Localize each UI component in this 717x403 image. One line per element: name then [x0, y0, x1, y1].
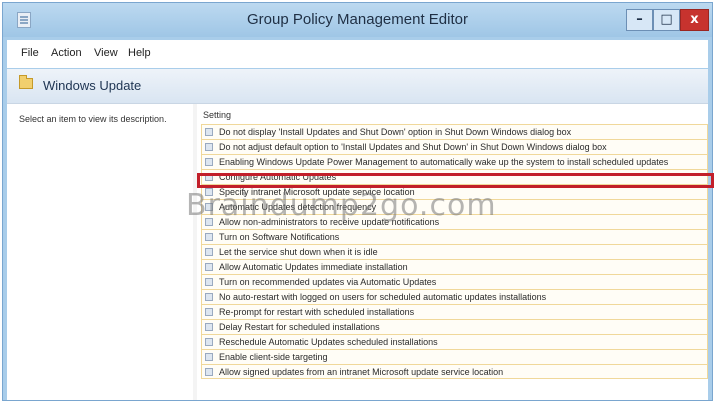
list-item-label: No auto-restart with logged on users for… [219, 292, 547, 302]
policy-setting-icon [205, 128, 213, 136]
list-item-label: Enabling Windows Update Power Management… [219, 157, 669, 167]
list-item-label: Enable client-side targeting [219, 352, 328, 362]
policy-setting-icon [205, 158, 213, 166]
list-item[interactable]: Re-prompt for restart with scheduled ins… [201, 304, 708, 319]
policy-setting-icon [205, 353, 213, 361]
settings-list-pane[interactable]: Setting Do not display 'Install Updates … [197, 104, 708, 400]
policy-setting-icon [205, 293, 213, 301]
title-bar: Group Policy Management Editor – □ x [3, 3, 712, 37]
minimize-button[interactable]: – [626, 9, 653, 31]
list-item[interactable]: Allow Automatic Updates immediate instal… [201, 259, 708, 274]
menu-view[interactable]: View [94, 47, 118, 59]
folder-icon [19, 75, 33, 89]
description-pane: Select an item to view its description. [7, 104, 193, 400]
list-item-label: Allow signed updates from an intranet Mi… [219, 367, 504, 377]
window-title: Group Policy Management Editor [247, 11, 468, 28]
column-header-setting[interactable]: Setting [203, 110, 231, 120]
close-button[interactable]: x [680, 9, 709, 31]
policy-setting-icon [205, 308, 213, 316]
description-text: Select an item to view its description. [19, 114, 167, 124]
list-item-label: Let the service shut down when it is idl… [219, 247, 378, 257]
menu-action[interactable]: Action [51, 47, 82, 59]
list-item[interactable]: Do not display 'Install Updates and Shut… [201, 124, 708, 139]
policy-setting-icon [205, 233, 213, 241]
list-item[interactable]: Enabling Windows Update Power Management… [201, 154, 708, 169]
maximize-button[interactable]: □ [653, 9, 680, 31]
policy-setting-icon [205, 248, 213, 256]
list-item-label: Reschedule Automatic Updates scheduled i… [219, 337, 438, 347]
settings-list: Do not display 'Install Updates and Shut… [201, 124, 708, 379]
list-item[interactable]: Let the service shut down when it is idl… [201, 244, 708, 259]
list-item-label: Re-prompt for restart with scheduled ins… [219, 307, 415, 317]
highlight-annotation [197, 173, 714, 188]
node-title: Windows Update [43, 78, 142, 93]
list-item[interactable]: Turn on recommended updates via Automati… [201, 274, 708, 289]
list-item[interactable]: Delay Restart for scheduled installation… [201, 319, 708, 334]
list-item[interactable]: Turn on Software Notifications [201, 229, 708, 244]
policy-setting-icon [205, 338, 213, 346]
list-item-label: Turn on recommended updates via Automati… [219, 277, 437, 287]
content-area: Windows Update Select an item to view it… [7, 69, 708, 400]
node-header: Windows Update [7, 69, 708, 104]
list-item[interactable]: Allow signed updates from an intranet Mi… [201, 364, 708, 379]
list-item-label: Allow Automatic Updates immediate instal… [219, 262, 408, 272]
policy-setting-icon [205, 143, 213, 151]
policy-setting-icon [205, 278, 213, 286]
menu-file[interactable]: File [21, 47, 39, 59]
list-item[interactable]: Reschedule Automatic Updates scheduled i… [201, 334, 708, 349]
menu-bar: File Action View Help [7, 40, 708, 68]
list-item-label: Turn on Software Notifications [219, 232, 340, 242]
policy-setting-icon [205, 263, 213, 271]
menu-help[interactable]: Help [128, 47, 151, 59]
policy-setting-icon [205, 323, 213, 331]
watermark-text: Braindump2go.com [186, 188, 497, 223]
list-item-label: Delay Restart for scheduled installation… [219, 322, 380, 332]
policy-setting-icon [205, 368, 213, 376]
list-item-label: Do not display 'Install Updates and Shut… [219, 127, 572, 137]
list-item[interactable]: No auto-restart with logged on users for… [201, 289, 708, 304]
list-item[interactable]: Do not adjust default option to 'Install… [201, 139, 708, 154]
list-item-label: Do not adjust default option to 'Install… [219, 142, 607, 152]
list-item[interactable]: Enable client-side targeting [201, 349, 708, 364]
